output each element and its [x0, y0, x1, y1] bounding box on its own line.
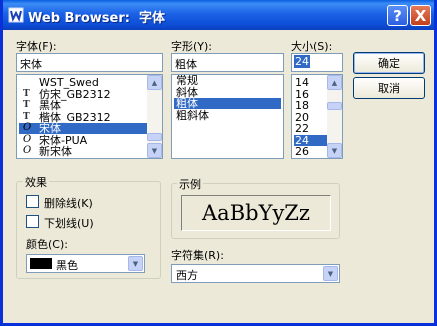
color-swatch: [30, 258, 52, 269]
charset-dropdown-chevron-down-icon[interactable]: ▼: [323, 266, 338, 281]
title-bar[interactable]: Web Browser: 字体 ? X: [3, 0, 434, 30]
color-label: 颜色(C):: [26, 238, 68, 251]
strikeout-checkbox[interactable]: [26, 195, 39, 208]
charset-label: 字符集(R):: [171, 249, 224, 262]
help-button[interactable]: ?: [387, 5, 408, 26]
size-listbox[interactable]: ▲ ▼ 14 16 18 20 22 24 26: [291, 74, 343, 159]
list-item[interactable]: O 宋体: [19, 123, 147, 134]
list-item[interactable]: 18: [294, 100, 327, 111]
color-select[interactable]: 黑色 ▼: [26, 254, 145, 273]
size-scroll-down-icon[interactable]: ▼: [327, 143, 342, 158]
size-list-scrollbar[interactable]: ▲ ▼: [327, 75, 342, 158]
opentype-font-icon: O: [23, 133, 32, 145]
font-scroll-down-icon[interactable]: ▼: [147, 143, 162, 158]
list-item[interactable]: 22: [294, 123, 327, 134]
list-item[interactable]: T 楷体_GB2312: [19, 112, 147, 123]
list-item-label: 粗斜体: [176, 108, 209, 122]
opentype-font-icon: O: [23, 122, 32, 133]
app-icon: [8, 7, 24, 23]
color-value: 黑色: [56, 259, 78, 272]
font-list-scrollbar[interactable]: ▲ ▼: [147, 75, 162, 158]
size-input[interactable]: 24: [291, 53, 343, 72]
underline-label: 下划线(U): [44, 217, 94, 230]
cancel-button[interactable]: 取消: [353, 77, 425, 99]
list-item[interactable]: 26: [294, 146, 327, 157]
ok-button[interactable]: 确定: [353, 52, 425, 74]
list-item[interactable]: O 新宋体: [19, 145, 147, 158]
font-input[interactable]: 宋体: [16, 53, 163, 72]
style-label: 字形(Y):: [171, 40, 213, 53]
size-label: 大小(S):: [291, 40, 333, 53]
font-listbox[interactable]: ▲ ▼ WST_Swed T 仿宋_GB2312 T 黑体 T 楷体_GB2312 O 宋体 O 宋…: [16, 74, 163, 159]
list-item[interactable]: 粗体: [174, 98, 281, 109]
font-scroll-thumb[interactable]: [147, 133, 162, 141]
list-item-label: 26: [295, 145, 309, 158]
charset-select[interactable]: 西方 ▼: [171, 264, 340, 283]
truetype-font-icon: T: [23, 100, 30, 110]
truetype-font-icon: T: [23, 88, 30, 99]
list-item[interactable]: O 宋体-PUA: [19, 133, 147, 146]
font-scroll-up-icon[interactable]: ▲: [147, 75, 162, 90]
style-listbox[interactable]: 常规 斜体 粗体 粗斜体: [171, 74, 284, 159]
list-item[interactable]: 24: [294, 134, 327, 146]
list-item[interactable]: 20: [294, 112, 327, 123]
size-scroll-up-icon[interactable]: ▲: [327, 75, 342, 90]
font-label: 字体(F):: [16, 40, 57, 53]
list-item[interactable]: 斜体: [174, 87, 281, 98]
list-item[interactable]: T 黑体: [19, 100, 147, 111]
strikeout-label: 删除线(K): [44, 197, 93, 210]
sample-preview: AaBbYyZz: [181, 195, 331, 231]
color-dropdown-chevron-down-icon[interactable]: ▼: [128, 256, 143, 271]
size-scroll-thumb[interactable]: [327, 102, 342, 110]
style-input[interactable]: 粗体: [171, 53, 284, 72]
size-input-selected-text: 24: [294, 55, 310, 68]
opentype-font-icon: O: [23, 145, 32, 156]
underline-checkbox[interactable]: [26, 215, 39, 228]
sample-title: 示例: [177, 176, 203, 192]
list-item[interactable]: WST_Swed: [19, 77, 147, 88]
font-dialog-window: Web Browser: 字体 ? X 字体(F): 宋体 ▲ ▼ WST_Sw…: [0, 0, 437, 326]
effects-title: 效果: [23, 174, 49, 190]
list-item[interactable]: 常规: [174, 75, 281, 86]
list-item[interactable]: T 仿宋_GB2312: [19, 89, 147, 100]
list-item[interactable]: 14: [294, 77, 327, 88]
list-item-label: 新宋体: [39, 145, 72, 158]
list-item[interactable]: 粗斜体: [174, 110, 281, 121]
window-title: Web Browser: 字体: [28, 11, 166, 26]
charset-value: 西方: [176, 269, 198, 282]
list-item[interactable]: 16: [294, 89, 327, 100]
close-button[interactable]: X: [410, 5, 431, 26]
truetype-font-icon: T: [23, 111, 30, 122]
